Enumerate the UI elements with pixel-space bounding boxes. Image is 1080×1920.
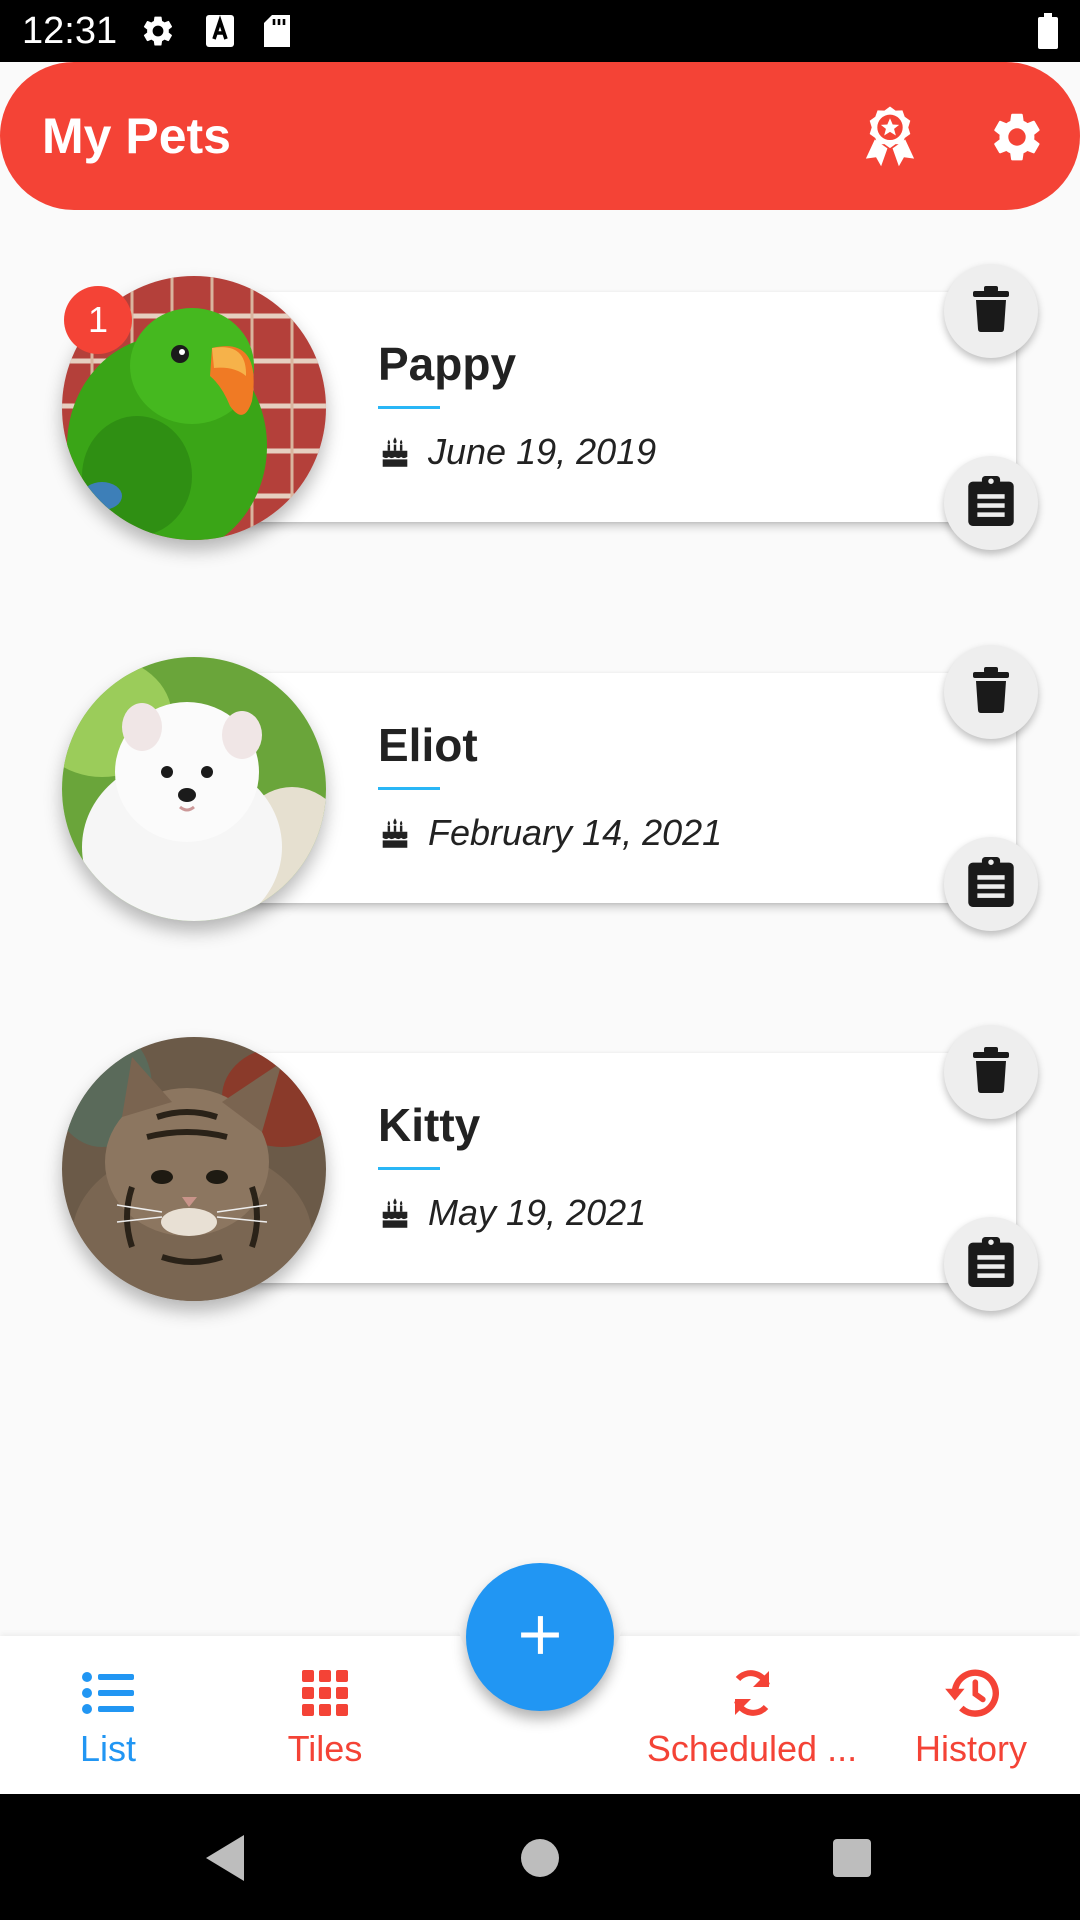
notification-badge: 1	[64, 286, 132, 354]
nav-label: List	[79, 1728, 137, 1769]
plus-icon	[519, 1614, 561, 1661]
grid-icon	[270, 1665, 380, 1721]
pet-name: Eliot	[378, 719, 478, 771]
sd-card-icon	[262, 13, 292, 54]
clipboard-icon	[968, 1236, 1014, 1292]
name-underline	[378, 406, 440, 409]
pet-card[interactable]: 1 Pappy June 19, 2019	[0, 264, 1080, 550]
history-icon	[905, 1665, 1037, 1721]
pet-card[interactable]: Eliot February 14, 2021	[0, 645, 1080, 931]
name-underline	[378, 1167, 440, 1170]
status-bar: 12:31	[0, 0, 1080, 62]
recents-icon[interactable]	[824, 1830, 880, 1886]
gear-icon	[140, 13, 176, 54]
clipboard-icon	[968, 475, 1014, 531]
nav-item-history[interactable]: History	[905, 1665, 1037, 1785]
details-button[interactable]	[944, 456, 1038, 550]
name-underline	[378, 787, 440, 790]
battery-icon	[1036, 13, 1060, 54]
home-icon[interactable]	[512, 1830, 568, 1886]
nav-item-scheduled[interactable]: Scheduled ...	[642, 1665, 862, 1785]
font-a-icon	[204, 13, 236, 54]
app-bar: My Pets	[0, 62, 1080, 210]
nav-label: Scheduled ...	[646, 1728, 858, 1769]
award-icon[interactable]	[855, 102, 925, 172]
nav-item-list[interactable]: List	[58, 1665, 158, 1785]
trash-icon	[973, 285, 1009, 337]
back-icon[interactable]	[198, 1830, 254, 1886]
sync-icon	[642, 1665, 862, 1721]
nav-label: History	[914, 1728, 1027, 1769]
cake-icon	[380, 817, 410, 854]
list-icon	[58, 1665, 158, 1721]
pet-birthday: May 19, 2021	[428, 1192, 647, 1233]
trash-icon	[973, 666, 1009, 718]
nav-label: Tiles	[287, 1728, 363, 1769]
pet-birthday: June 19, 2019	[428, 431, 657, 472]
pet-photo-kitten[interactable]	[62, 1037, 326, 1301]
add-pet-button[interactable]	[466, 1563, 614, 1711]
settings-icon[interactable]	[982, 102, 1052, 172]
pet-name: Kitty	[378, 1099, 481, 1151]
page-title: My Pets	[42, 108, 231, 164]
details-button[interactable]	[944, 1217, 1038, 1311]
pet-name: Pappy	[378, 338, 517, 390]
pet-photo-puppy[interactable]	[62, 657, 326, 921]
system-navigation-bar	[0, 1794, 1080, 1920]
trash-icon	[973, 1046, 1009, 1098]
details-button[interactable]	[944, 837, 1038, 931]
clipboard-icon	[968, 856, 1014, 912]
pet-card[interactable]: Kitty May 19, 2021	[0, 1025, 1080, 1311]
delete-button[interactable]	[944, 264, 1038, 358]
status-time: 12:31	[22, 10, 118, 52]
pet-birthday: February 14, 2021	[428, 812, 723, 853]
delete-button[interactable]	[944, 1025, 1038, 1119]
nav-item-tiles[interactable]: Tiles	[270, 1665, 380, 1785]
cake-icon	[380, 436, 410, 473]
cake-icon	[380, 1197, 410, 1234]
delete-button[interactable]	[944, 645, 1038, 739]
